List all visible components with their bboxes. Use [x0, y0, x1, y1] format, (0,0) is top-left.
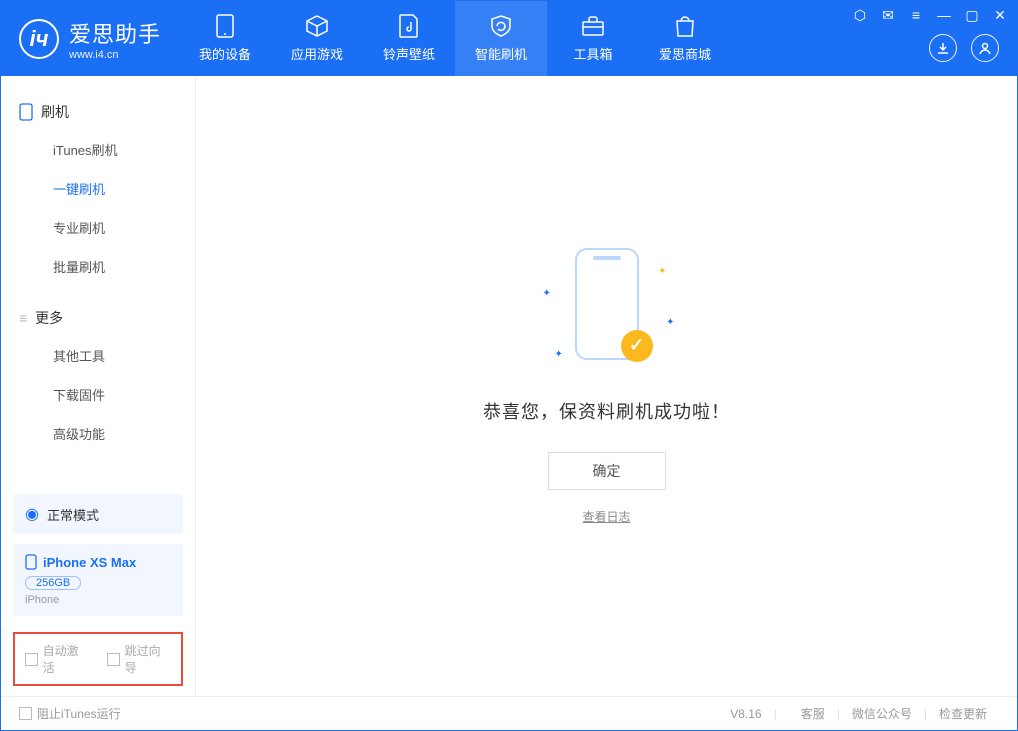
- nav-tab-my-device[interactable]: 我的设备: [179, 1, 271, 76]
- nav-tab-label: 应用游戏: [291, 44, 343, 63]
- device-box[interactable]: iPhone XS Max 256GB iPhone: [13, 544, 183, 616]
- sidebar-item-other-tools[interactable]: 其他工具: [1, 336, 195, 375]
- user-button[interactable]: [971, 34, 999, 62]
- footer-link-wechat[interactable]: 微信公众号: [852, 705, 912, 722]
- footer: 阻止iTunes运行 V8.16 | 客服 | 微信公众号 | 检查更新: [1, 696, 1017, 730]
- download-button[interactable]: [929, 34, 957, 62]
- menu-icon[interactable]: ≡: [907, 7, 925, 24]
- device-capacity: 256GB: [25, 576, 81, 590]
- checkbox-icon: [107, 653, 120, 666]
- nav-tab-ringtones[interactable]: 铃声壁纸: [363, 1, 455, 76]
- music-file-icon: [395, 14, 423, 38]
- divider: |: [924, 707, 927, 721]
- shirt-icon[interactable]: ⬡: [851, 7, 869, 24]
- bag-icon: [671, 14, 699, 38]
- sidebar-list: 刷机 iTunes刷机 一键刷机 专业刷机 批量刷机 ≡ 更多 其他工具 下载固…: [1, 76, 195, 494]
- shield-refresh-icon: [487, 14, 515, 38]
- sidebar-item-advanced[interactable]: 高级功能: [1, 414, 195, 453]
- success-illustration: ✓ ✦ ✦ ✦ ✦: [537, 248, 677, 368]
- nav-tab-label: 工具箱: [574, 44, 613, 63]
- list-icon: ≡: [19, 310, 27, 326]
- sidebar-item-itunes-flash[interactable]: iTunes刷机: [1, 130, 195, 169]
- mode-icon: ◉: [25, 504, 39, 524]
- minimize-button[interactable]: ―: [935, 7, 953, 24]
- logo-text: 爱思助手 www.i4.cn: [69, 17, 161, 61]
- nav-tab-label: 爱思商城: [659, 44, 711, 63]
- feedback-icon[interactable]: ✉: [879, 7, 897, 24]
- divider: |: [837, 707, 840, 721]
- checkbox-label: 自动激活: [43, 642, 89, 676]
- app-subtitle: www.i4.cn: [69, 49, 161, 61]
- device-type: iPhone: [25, 594, 171, 606]
- close-button[interactable]: ✕: [991, 7, 1009, 24]
- mode-box[interactable]: ◉ 正常模式: [13, 494, 183, 534]
- view-log-link[interactable]: 查看日志: [582, 508, 630, 525]
- check-badge-icon: ✓: [621, 330, 653, 362]
- sidebar-item-batch-flash[interactable]: 批量刷机: [1, 247, 195, 286]
- checkbox-icon: [25, 653, 38, 666]
- phone-icon: [25, 554, 37, 570]
- logo-area: iч 爱思助手 www.i4.cn: [1, 1, 179, 76]
- cube-icon: [303, 14, 331, 38]
- logo-icon: iч: [19, 19, 59, 59]
- sidebar-group-flash: 刷机: [1, 94, 195, 130]
- checkbox-icon: [19, 707, 32, 720]
- footer-link-support[interactable]: 客服: [801, 705, 825, 722]
- sparkle-icon: ✦: [666, 317, 674, 328]
- app-window: iч 爱思助手 www.i4.cn 我的设备 应用游戏: [0, 0, 1018, 731]
- checkbox-label: 阻止iTunes运行: [37, 705, 121, 722]
- nav-tab-label: 我的设备: [199, 44, 251, 63]
- sidebar-group-title: 更多: [35, 308, 63, 328]
- window-controls: ⬡ ✉ ≡ ― ▢ ✕: [851, 7, 1009, 24]
- sparkle-icon: ✦: [658, 266, 666, 277]
- nav-tab-toolbox[interactable]: 工具箱: [547, 1, 639, 76]
- success-message: 恭喜您，保资料刷机成功啦！: [483, 398, 730, 424]
- checkbox-label: 跳过向导: [125, 642, 171, 676]
- sidebar-item-download-firmware[interactable]: 下载固件: [1, 375, 195, 414]
- version-label: V8.16: [730, 707, 761, 721]
- header: iч 爱思助手 www.i4.cn 我的设备 应用游戏: [1, 1, 1017, 76]
- sparkle-icon: ✦: [543, 288, 551, 299]
- ok-button[interactable]: 确定: [548, 452, 666, 490]
- sidebar-item-pro-flash[interactable]: 专业刷机: [1, 208, 195, 247]
- maximize-button[interactable]: ▢: [963, 7, 981, 24]
- body: 刷机 iTunes刷机 一键刷机 专业刷机 批量刷机 ≡ 更多 其他工具 下载固…: [1, 76, 1017, 696]
- sidebar-item-oneclick-flash[interactable]: 一键刷机: [1, 169, 195, 208]
- sidebar: 刷机 iTunes刷机 一键刷机 专业刷机 批量刷机 ≡ 更多 其他工具 下载固…: [1, 76, 196, 696]
- checkbox-block-itunes[interactable]: 阻止iTunes运行: [19, 705, 121, 722]
- nav-tab-flash[interactable]: 智能刷机: [455, 1, 547, 76]
- header-actions: [929, 34, 999, 62]
- toolbox-icon: [579, 14, 607, 38]
- mode-label: 正常模式: [47, 505, 99, 524]
- phone-icon: [19, 103, 33, 121]
- sidebar-group-title: 刷机: [41, 102, 69, 122]
- options-highlight: 自动激活 跳过向导: [13, 632, 183, 686]
- nav-tab-label: 铃声壁纸: [383, 44, 435, 63]
- sparkle-icon: ✦: [555, 349, 563, 360]
- sidebar-group-more: ≡ 更多: [1, 300, 195, 336]
- device-name: iPhone XS Max: [43, 555, 136, 570]
- nav-tab-apps[interactable]: 应用游戏: [271, 1, 363, 76]
- device-name-row: iPhone XS Max: [25, 554, 171, 570]
- device-icon: [211, 14, 239, 38]
- nav-tab-store[interactable]: 爱思商城: [639, 1, 731, 76]
- divider: |: [774, 707, 777, 721]
- checkbox-auto-activate[interactable]: 自动激活: [25, 642, 89, 676]
- checkbox-skip-guide[interactable]: 跳过向导: [107, 642, 171, 676]
- app-title: 爱思助手: [69, 17, 161, 49]
- nav-tabs: 我的设备 应用游戏 铃声壁纸 智能刷机: [179, 1, 731, 76]
- footer-link-update[interactable]: 检查更新: [939, 705, 987, 722]
- nav-tab-label: 智能刷机: [475, 44, 527, 63]
- main-content: ✓ ✦ ✦ ✦ ✦ 恭喜您，保资料刷机成功啦！ 确定 查看日志: [196, 76, 1017, 696]
